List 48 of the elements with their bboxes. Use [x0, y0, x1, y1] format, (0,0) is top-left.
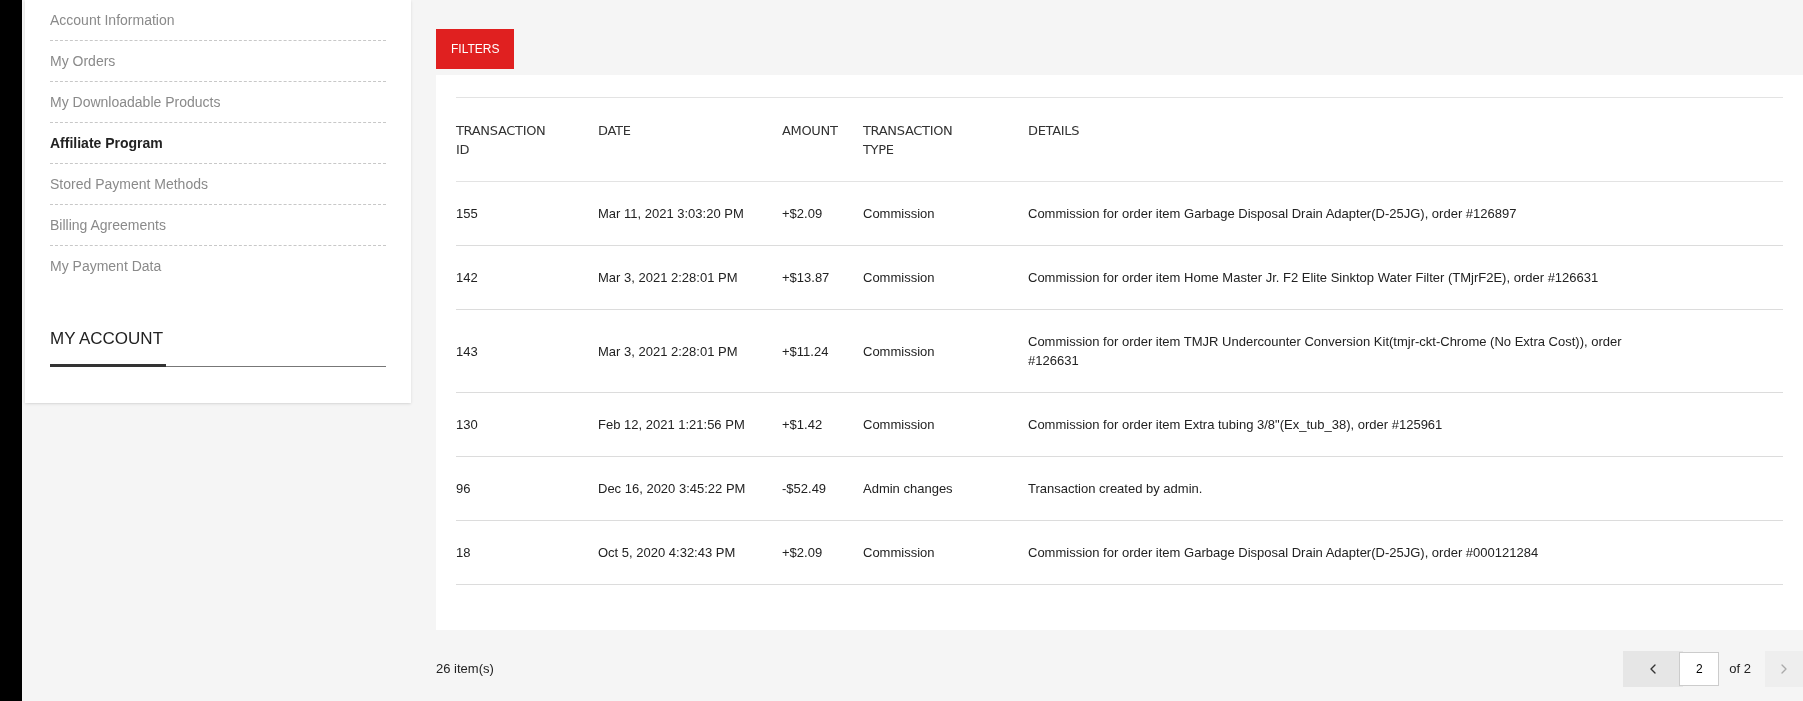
table-cell-text: +$11.24 [782, 342, 830, 361]
table-cell-text: +$2.09 [782, 205, 824, 223]
sidebar-link[interactable]: Affiliate Program [50, 123, 386, 163]
table-cell-text: 155 [456, 205, 479, 223]
table-cell-text: +$2.09 [782, 544, 824, 562]
sidebar-link[interactable]: My Payment Data [50, 246, 386, 286]
table-cell-text: 96 [456, 480, 472, 498]
table-cell-text: Mar 3, 2021 2:28:01 PM [598, 269, 739, 287]
filters-button[interactable]: FILTERS [436, 29, 515, 69]
table-cell-text: 18 [456, 544, 472, 562]
table-cell-text: 130 [456, 416, 479, 434]
table-cell-text: Oct 5, 2020 4:32:43 PM [598, 544, 737, 562]
table-cell-text: Commission for order item Garbage Disposal Drain Adapter(D-25JG), order #126897 [1028, 205, 1518, 223]
column-header: DETAILS [1028, 122, 1081, 140]
table-cell-text: Dec 16, 2020 3:45:22 PM [598, 480, 747, 498]
sidebar-link[interactable]: My Downloadable Products [50, 82, 386, 122]
sidebar-link[interactable]: My Orders [50, 41, 386, 81]
sidebar-link[interactable]: Account Information [50, 0, 386, 40]
table-cell-text: Commission [863, 205, 936, 223]
column-header: TRANSACTION ID [456, 122, 547, 159]
table-cell-text: Commission for order item Home Master Jr. F2 Elite Sinktop Water Filter (TMjrF2E), order #126631 [1028, 269, 1600, 287]
table-cell-text: Transaction created by admin. [1028, 480, 1204, 498]
table-cell-text: Commission for order item TMJR Undercounter Conversion Kit(tmjr-ckt-Chrome (No Extra Cost)), order #126631 [1028, 333, 1623, 370]
page-total: of 2 [1729, 660, 1751, 679]
table-cell-text: 143 [456, 342, 479, 361]
table-cell-text: +$1.42 [782, 416, 824, 434]
sidebar-link[interactable]: Stored Payment Methods [50, 164, 386, 204]
column-header: DATE [598, 122, 632, 140]
table-cell-text: Commission [863, 416, 936, 434]
sidebar-link[interactable]: Billing Agreements [50, 205, 386, 245]
table-cell-text: Commission for order item Extra tubing 3/8"(Ex_tub_38), order #125961 [1028, 416, 1444, 434]
previous-page-button[interactable] [1623, 651, 1684, 687]
table-cell-text: 142 [456, 269, 479, 287]
column-header: TRANSACTION TYPE [863, 122, 954, 159]
table-cell-text: Commission [863, 342, 936, 361]
column-header: AMOUNT [782, 122, 839, 140]
item-count: 26 item(s) [436, 660, 494, 679]
section-title: MY ACCOUNT [50, 328, 165, 350]
table-cell-text: +$13.87 [782, 269, 831, 287]
table-cell-text: Commission [863, 544, 936, 562]
table-cell-text: Commission [863, 269, 936, 287]
table-cell-text: Mar 3, 2021 2:28:01 PM [598, 342, 739, 361]
table-cell-text: Mar 11, 2021 3:03:20 PM [598, 205, 745, 223]
table-cell-text: Admin changes [863, 480, 954, 498]
table-cell-text: -$52.49 [782, 480, 828, 498]
page-input[interactable]: 2 [1679, 652, 1720, 686]
table-cell-text: Commission for order item Garbage Disposal Drain Adapter(D-25JG), order #000121284 [1028, 544, 1540, 562]
table-cell-text: Feb 12, 2021 1:21:56 PM [598, 416, 746, 434]
